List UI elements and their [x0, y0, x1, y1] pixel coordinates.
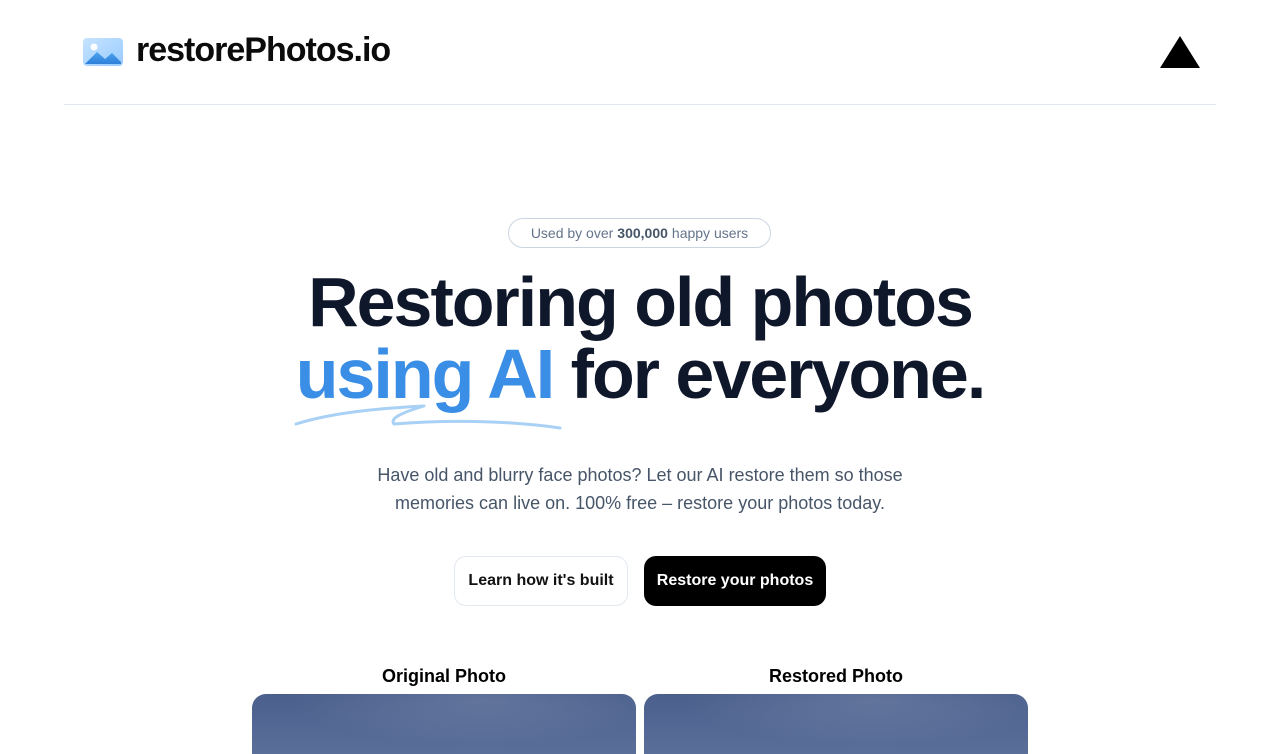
- restored-photo-label: Restored Photo: [768, 666, 903, 686]
- restore-photos-button[interactable]: Restore your photos: [644, 556, 826, 606]
- photo-icon: [83, 38, 123, 66]
- headline-line1: Restoring old photos: [308, 263, 974, 341]
- original-photo-label: Original Photo: [382, 666, 506, 686]
- site-header: restorePhotos.io: [64, 0, 1216, 105]
- badge-prefix: Used by over: [530, 225, 614, 241]
- brand-name: restorePhotos.io: [136, 30, 391, 69]
- hero-subtitle: Have old and blurry face photos? Let our…: [377, 465, 903, 513]
- learn-how-button[interactable]: Learn how it's built: [454, 556, 628, 606]
- headline-accent: using AI: [294, 338, 562, 430]
- squiggle-underline-icon: [294, 404, 562, 430]
- restored-photo: [644, 694, 1028, 754]
- badge-suffix: happy users: [671, 225, 749, 241]
- user-count-badge: Used by over 300,000 happy users: [508, 218, 771, 248]
- headline-rest: for everyone.: [570, 335, 987, 413]
- badge-count: 300,000: [617, 225, 668, 241]
- vercel-triangle-icon: [1160, 36, 1200, 68]
- brand-link[interactable]: restorePhotos.io: [82, 30, 391, 70]
- vercel-link[interactable]: [1158, 32, 1202, 72]
- hero-headline: Restoring old photos using AI for everyo…: [0, 263, 1280, 430]
- original-photo: [252, 694, 636, 754]
